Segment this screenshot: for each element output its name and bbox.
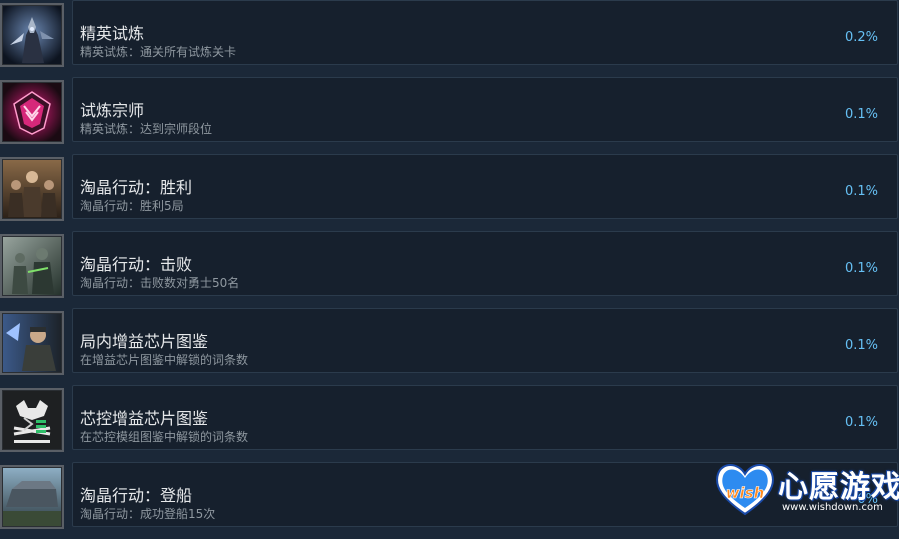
watermark: wish 心愿游戏 www.wishdown.com [712,458,899,520]
unlock-percentage: 0.1% [844,261,878,276]
squad-victory-icon [0,157,64,221]
achievement-description: 淘晶行动：击败数对勇士50名 [80,276,240,290]
achievement-description: 精英试炼：达到宗师段位 [80,122,213,136]
achievement-description: 在增益芯片图鉴中解锁的词条数 [80,353,249,367]
achievement-title: 淘晶行动：击败 [80,255,193,274]
soldier-portrait-icon [0,311,64,375]
armored-knight-icon [0,3,64,67]
achievement-title: 试炼宗师 [80,101,145,120]
wish-heart-logo-icon: wish [716,464,774,516]
achievement-row[interactable]: 芯控增益芯片图鉴 在芯控模组图鉴中解锁的词条数 0.1% [0,385,899,462]
achievement-row[interactable]: 精英试炼 精英试炼：通关所有试炼关卡 0.2% [0,0,899,77]
achievement-title: 淘晶行动：登船 [80,486,193,505]
unlock-percentage: 0.1% [844,415,878,430]
achievement-row[interactable]: 淘晶行动：胜利 淘晶行动：胜利5局 0.1% [0,154,899,231]
unlock-percentage: 0.1% [844,107,878,122]
achievement-panel: 淘晶行动：击败 淘晶行动：击败数对勇士50名 0.1% [72,231,898,296]
achievement-panel: 试炼宗师 精英试炼：达到宗师段位 0.1% [72,77,898,142]
achievement-panel: 芯控增益芯片图鉴 在芯控模组图鉴中解锁的词条数 0.1% [72,385,898,450]
achievement-description: 在芯控模组图鉴中解锁的词条数 [80,430,249,444]
logo-text: wish [726,484,765,502]
achievement-title: 芯控增益芯片图鉴 [80,409,209,428]
achievement-panel: 精英试炼 精英试炼：通关所有试炼关卡 0.2% [72,0,898,65]
unlock-percentage: 0.1% [844,184,878,199]
achievement-row[interactable]: 淘晶行动：击败 淘晶行动：击败数对勇士50名 0.1% [0,231,899,308]
achievement-panel: 淘晶行动：胜利 淘晶行动：胜利5局 0.1% [72,154,898,219]
achievement-description: 精英试炼：通关所有试炼关卡 [80,45,237,59]
pink-rank-emblem-icon [0,80,64,144]
watermark-brand: 心愿游戏 [778,470,899,505]
achievement-title: 局内增益芯片图鉴 [80,332,209,351]
achievement-title: 精英试炼 [80,24,145,43]
achievement-description: 淘晶行动：成功登船15次 [80,507,216,521]
achievement-description: 淘晶行动：胜利5局 [80,199,184,213]
achievement-title: 淘晶行动：胜利 [80,178,193,197]
achievement-panel: 局内增益芯片图鉴 在增益芯片图鉴中解锁的词条数 0.1% [72,308,898,373]
unlock-percentage: 0.2% [844,30,878,45]
ship-icon [0,465,64,529]
achievement-row[interactable]: 局内增益芯片图鉴 在增益芯片图鉴中解锁的词条数 0.1% [0,308,899,385]
unlock-percentage: 0.1% [844,338,878,353]
soldiers-battle-icon [0,234,64,298]
achievement-row[interactable]: 试炼宗师 精英试炼：达到宗师段位 0.1% [0,77,899,154]
watermark-url: www.wishdown.com [782,502,883,513]
chip-emblem-icon [0,388,64,452]
